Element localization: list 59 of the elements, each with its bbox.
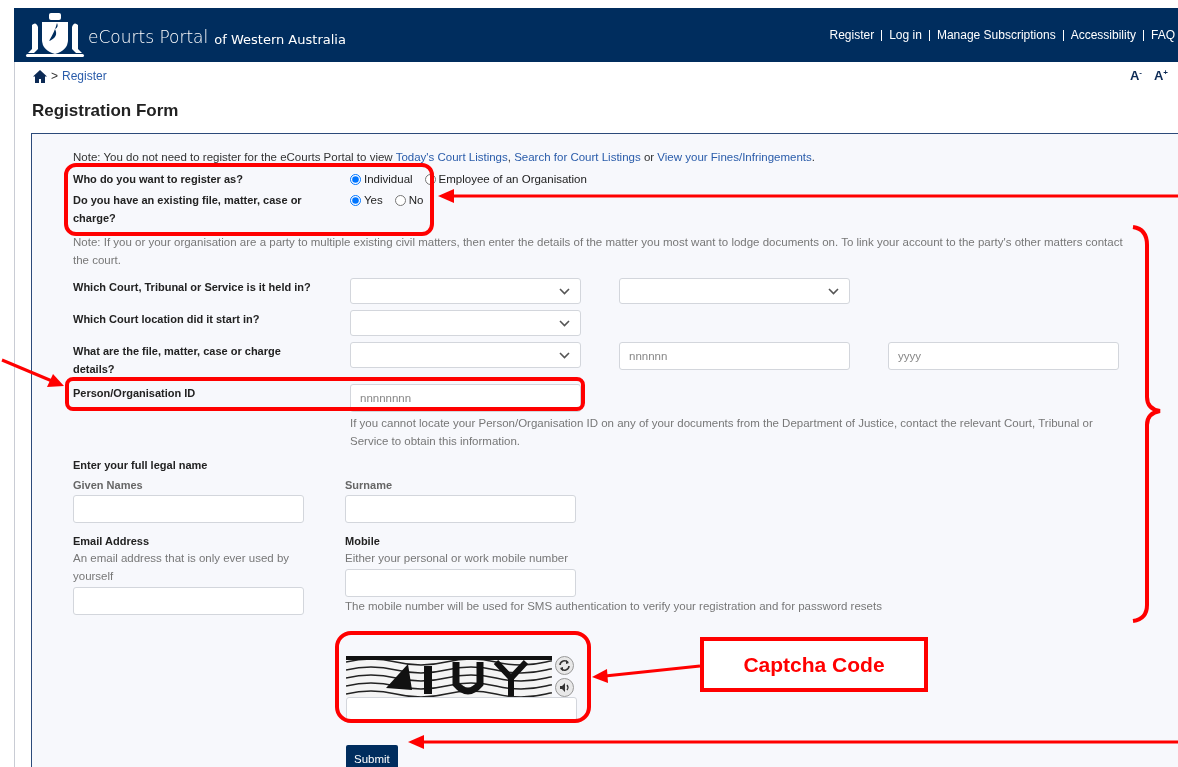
refresh-button[interactable] — [555, 656, 574, 675]
nav-link[interactable]: Manage Subscriptions — [928, 29, 1063, 41]
radio-label: Yes — [364, 194, 383, 206]
chevron-icon — [828, 287, 839, 295]
help-text: If you cannot locate your Person/Organisation ID on any of your documents from the Department of Justice, contact the relevant Court, Tribunal or Service to obtain this information. — [350, 416, 1094, 449]
chevron-icon — [559, 319, 570, 327]
field-label: Mobile — [345, 534, 381, 549]
field-label: What are the file, matter, case or charge details? — [73, 344, 282, 377]
audio-button[interactable] — [555, 678, 574, 697]
font-size-button[interactable]: A$^{+}$ — [1153, 68, 1168, 84]
question-label: Who do you want to register as? — [73, 172, 244, 187]
link[interactable]: Search for Court Listings — [514, 151, 641, 163]
radio-button[interactable] — [350, 173, 361, 185]
crest-logo — [24, 11, 86, 59]
input-field[interactable] — [345, 569, 576, 597]
input-field[interactable] — [73, 495, 304, 523]
radio-button[interactable] — [424, 173, 436, 185]
radio-label: Employee of an Organisation — [438, 173, 587, 185]
section-label: Enter your full legal name — [73, 459, 209, 471]
field-label: Surname — [345, 478, 394, 493]
note-text: Note: If you or your organisation are a party to multiple existing civil matters, then enter the details of the matter you most want to lodge documents on. To link your account to the party's other matters contact the court. — [73, 235, 1124, 268]
link[interactable]: Today's Court Listings — [395, 151, 508, 163]
field-description: Either your personal or work mobile number — [345, 551, 570, 566]
home-icon[interactable] — [33, 69, 47, 83]
arrow — [1, 358, 64, 387]
radio-button[interactable] — [350, 194, 361, 206]
nav-link[interactable]: Accessibility — [1062, 29, 1143, 41]
chevron-icon — [559, 287, 570, 295]
font-size-button[interactable]: A$^{-}$ — [1129, 68, 1142, 84]
field-label: Given Names — [73, 478, 144, 493]
refresh-icon — [558, 659, 571, 672]
radio-button[interactable] — [394, 194, 406, 206]
nav-link[interactable]: Log in — [881, 29, 929, 41]
breadcrumb-link[interactable]: Register — [62, 69, 107, 83]
radio-label: Individual — [364, 173, 413, 185]
site-subtitle: of Western Australia — [214, 31, 346, 47]
page-heading: Registration Form — [32, 101, 180, 121]
field-label: Which Court location did it start in? — [73, 312, 261, 327]
submit-button[interactable]: Submit — [346, 745, 398, 767]
site-title: eCourts Portal — [88, 27, 209, 47]
breadcrumb-separator: > — [51, 69, 58, 83]
chevron-icon — [559, 351, 570, 359]
nav-link[interactable]: Register — [822, 28, 882, 42]
field-label: Person/Organisation ID — [73, 386, 197, 401]
input-field[interactable] — [73, 587, 304, 615]
radio-label: No — [408, 194, 424, 206]
speaker-icon — [558, 681, 571, 694]
note-text: Note: You do not need to register for the eCourts Portal to view Today's Court Listings, Search for Court Listings or View your Fines/Infringements. — [73, 150, 817, 164]
nav-link[interactable]: FAQ — [1143, 29, 1178, 41]
input-field[interactable]: yyyy — [888, 342, 1119, 370]
field-description: An email address that is only ever used by yourself — [73, 551, 291, 584]
callout-box: Captcha Code — [700, 637, 928, 692]
help-text: The mobile number will be used for SMS authentication to verify your registration and for password resets — [345, 599, 882, 614]
input-field[interactable] — [345, 495, 576, 523]
input-field[interactable]: nnnnnn — [619, 342, 850, 370]
question-label: Do you have an existing file, matter, case or charge? — [73, 193, 303, 226]
field-label: Which Court, Tribunal or Service is it held in? — [73, 280, 312, 295]
link[interactable]: View your Fines/Infringements — [657, 151, 812, 163]
field-label: Email Address — [73, 534, 150, 549]
